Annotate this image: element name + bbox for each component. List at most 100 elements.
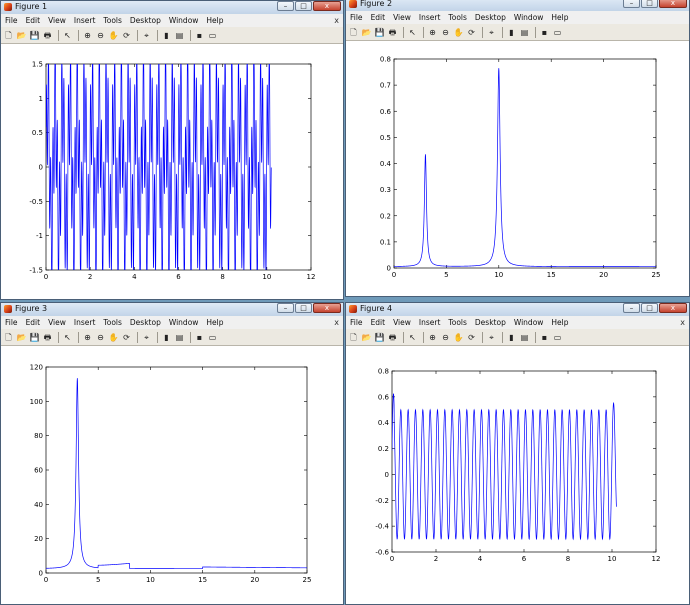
hide-plot-tools-icon[interactable]: ▪ (194, 332, 205, 343)
figure-window-2[interactable]: Figure 2 – □ x File Edit View Insert Too… (345, 0, 690, 297)
menu-desktop[interactable]: Desktop (126, 316, 165, 329)
rotate-3d-icon[interactable]: ⟳ (121, 30, 132, 41)
save-icon[interactable]: 💾 (29, 332, 40, 343)
new-figure-icon[interactable]: 🗋 (3, 30, 14, 41)
menu-tools[interactable]: Tools (444, 316, 470, 329)
rotate-3d-icon[interactable]: ⟳ (466, 27, 477, 38)
menu-desktop[interactable]: Desktop (471, 316, 510, 329)
figure-canvas[interactable]: 0 5 10 15 20 25 0 20 40 60 80 100 120 (1, 346, 343, 604)
legend-icon[interactable]: ▤ (174, 30, 185, 41)
menu-edit[interactable]: Edit (367, 316, 390, 329)
zoom-out-icon[interactable]: ⊖ (440, 332, 451, 343)
menu-insert[interactable]: Insert (415, 11, 445, 24)
menu-tools[interactable]: Tools (99, 14, 125, 27)
maximize-button[interactable]: □ (641, 303, 658, 313)
print-icon[interactable]: 🖶 (42, 30, 53, 41)
open-file-icon[interactable]: 📂 (16, 30, 27, 41)
legend-icon[interactable]: ▤ (519, 332, 530, 343)
new-figure-icon[interactable]: 🗋 (3, 332, 14, 343)
close-button[interactable]: x (659, 0, 687, 8)
plot-figure-4[interactable]: 0 2 4 6 8 10 12 -0.6 -0.4 -0.2 0 0.2 0.4 0.6 0.8 (346, 346, 689, 604)
menu-view[interactable]: View (389, 11, 415, 24)
zoom-in-icon[interactable]: ⊕ (82, 332, 93, 343)
close-button[interactable]: x (313, 303, 341, 313)
zoom-in-icon[interactable]: ⊕ (82, 30, 93, 41)
close-button[interactable]: x (659, 303, 687, 313)
menu-file[interactable]: File (1, 316, 22, 329)
menu-view[interactable]: View (44, 14, 70, 27)
menu-window[interactable]: Window (165, 14, 203, 27)
print-icon[interactable]: 🖶 (387, 27, 398, 38)
pan-hand-icon[interactable]: ✋ (108, 332, 119, 343)
maximize-button[interactable]: □ (295, 303, 312, 313)
colorbar-icon[interactable]: ▮ (506, 332, 517, 343)
minimize-button[interactable]: – (277, 1, 294, 11)
plot-figure-3[interactable]: 0 5 10 15 20 25 0 20 40 60 80 100 120 (1, 346, 343, 604)
menu-file[interactable]: File (346, 316, 367, 329)
open-file-icon[interactable]: 📂 (361, 27, 372, 38)
menu-insert[interactable]: Insert (70, 316, 100, 329)
close-button[interactable]: x (313, 1, 341, 11)
save-icon[interactable]: 💾 (374, 332, 385, 343)
title-bar[interactable]: Figure 4 – □ x (346, 303, 689, 316)
maximize-button[interactable]: □ (295, 1, 312, 11)
menu-edit[interactable]: Edit (22, 316, 45, 329)
save-icon[interactable]: 💾 (29, 30, 40, 41)
hide-plot-tools-icon[interactable]: ▪ (539, 332, 550, 343)
zoom-in-icon[interactable]: ⊕ (427, 27, 438, 38)
select-arrow-icon[interactable]: ↖ (62, 332, 73, 343)
pan-hand-icon[interactable]: ✋ (453, 332, 464, 343)
menu-help[interactable]: Help (547, 11, 572, 24)
menu-tools[interactable]: Tools (444, 11, 470, 24)
print-icon[interactable]: 🖶 (42, 332, 53, 343)
save-icon[interactable]: 💾 (374, 27, 385, 38)
data-cursor-icon[interactable]: ⌖ (141, 30, 152, 41)
menu-window[interactable]: Window (510, 316, 548, 329)
menu-desktop[interactable]: Desktop (126, 14, 165, 27)
zoom-out-icon[interactable]: ⊖ (95, 332, 106, 343)
menu-close-icon[interactable]: x (334, 316, 339, 329)
new-figure-icon[interactable]: 🗋 (348, 332, 359, 343)
minimize-button[interactable]: – (277, 303, 294, 313)
legend-icon[interactable]: ▤ (519, 27, 530, 38)
menu-help[interactable]: Help (202, 316, 227, 329)
select-arrow-icon[interactable]: ↖ (407, 27, 418, 38)
open-file-icon[interactable]: 📂 (361, 332, 372, 343)
minimize-button[interactable]: – (623, 303, 640, 313)
zoom-in-icon[interactable]: ⊕ (427, 332, 438, 343)
plot-figure-2[interactable]: 0 5 10 15 20 25 0 0.1 0.2 0.3 0.4 0.5 0.6 0.7 0.8 (346, 41, 689, 296)
figure-window-4[interactable]: Figure 4 – □ x File Edit View Insert Too… (345, 302, 690, 605)
menu-edit[interactable]: Edit (367, 11, 390, 24)
menu-close-icon[interactable]: x (334, 14, 339, 27)
data-cursor-icon[interactable]: ⌖ (486, 27, 497, 38)
show-plot-tools-icon[interactable]: ▭ (552, 332, 563, 343)
data-cursor-icon[interactable]: ⌖ (486, 332, 497, 343)
new-figure-icon[interactable]: 🗋 (348, 27, 359, 38)
print-icon[interactable]: 🖶 (387, 332, 398, 343)
rotate-3d-icon[interactable]: ⟳ (121, 332, 132, 343)
menu-file[interactable]: File (1, 14, 22, 27)
show-plot-tools-icon[interactable]: ▭ (207, 30, 218, 41)
colorbar-icon[interactable]: ▮ (161, 332, 172, 343)
title-bar[interactable]: Figure 1 – □ x (1, 1, 343, 14)
menu-view[interactable]: View (44, 316, 70, 329)
menu-insert[interactable]: Insert (415, 316, 445, 329)
show-plot-tools-icon[interactable]: ▭ (552, 27, 563, 38)
hide-plot-tools-icon[interactable]: ▪ (539, 27, 550, 38)
menu-tools[interactable]: Tools (99, 316, 125, 329)
menu-desktop[interactable]: Desktop (471, 11, 510, 24)
menu-close-icon[interactable]: x (680, 316, 685, 329)
figure-canvas[interactable]: 0 2 4 6 8 10 12 -0.6 -0.4 -0.2 0 0.2 0.4 0.6 0.8 (346, 346, 689, 604)
menu-help[interactable]: Help (547, 316, 572, 329)
minimize-button[interactable]: – (623, 0, 640, 8)
open-file-icon[interactable]: 📂 (16, 332, 27, 343)
select-arrow-icon[interactable]: ↖ (62, 30, 73, 41)
figure-canvas[interactable]: 0 5 10 15 20 25 0 0.1 0.2 0.3 0.4 0.5 0.6 0.7 0.8 (346, 41, 689, 296)
hide-plot-tools-icon[interactable]: ▪ (194, 30, 205, 41)
figure-window-3[interactable]: Figure 3 – □ x File Edit View Insert Too… (0, 302, 344, 605)
zoom-out-icon[interactable]: ⊖ (440, 27, 451, 38)
legend-icon[interactable]: ▤ (174, 332, 185, 343)
title-bar[interactable]: Figure 3 – □ x (1, 303, 343, 316)
menu-edit[interactable]: Edit (22, 14, 45, 27)
menu-window[interactable]: Window (510, 11, 548, 24)
